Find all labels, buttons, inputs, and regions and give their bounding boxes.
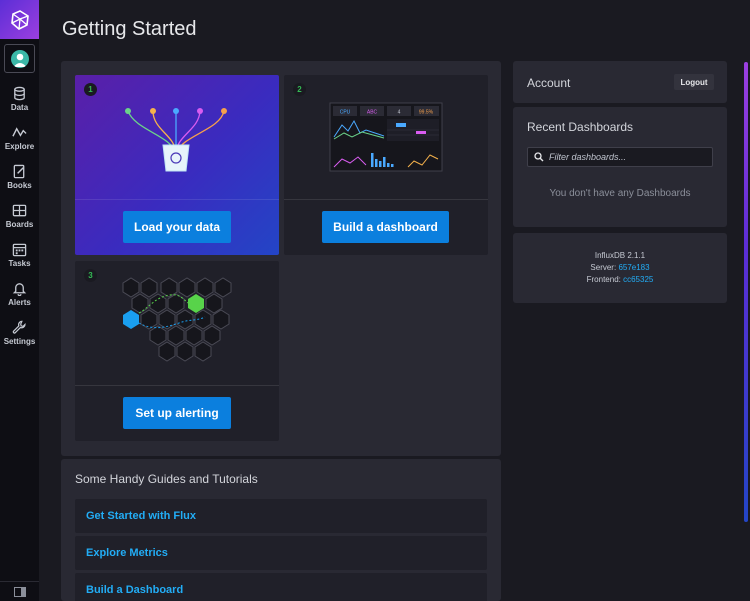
sidebar-item-label: Settings xyxy=(3,337,36,346)
empty-dashboards-message: You don't have any Dashboards xyxy=(549,188,691,199)
guide-row[interactable]: Get Started with Flux xyxy=(75,499,487,533)
bell-icon xyxy=(12,283,27,296)
account-title: Account xyxy=(527,76,571,90)
sidebar-item-tasks[interactable]: Tasks xyxy=(0,242,39,278)
page-title: Getting Started xyxy=(62,18,197,40)
recent-dashboards-panel: Recent Dashboards You don't have any Das… xyxy=(513,107,727,227)
card-divider xyxy=(75,385,279,386)
sidebar-item-alerts[interactable]: Alerts xyxy=(0,281,39,317)
sidebar-item-label: Books xyxy=(7,181,32,190)
dashboard-illustration-icon: CPU ABC 4 99.5% xyxy=(329,102,443,172)
guides-title: Some Handy Guides and Tutorials xyxy=(75,472,258,486)
sidebar: Data Explore Books Boards Tasks Alerts S… xyxy=(0,0,39,601)
frontend-hash-link[interactable]: cc65325 xyxy=(623,275,653,284)
guides-panel: Some Handy Guides and Tutorials Get Star… xyxy=(61,459,501,601)
frontend-version: Frontend: cc65325 xyxy=(513,275,727,284)
card-divider xyxy=(75,199,279,200)
frontend-label: Frontend: xyxy=(586,275,621,284)
dashboard-cell-label: 4 xyxy=(398,110,401,116)
step-card-build-dashboard[interactable]: CPU ABC 4 99.5% 2 Build a dashboard xyxy=(284,75,488,255)
dashboard-cell-label: ABC xyxy=(367,110,378,116)
recent-dashboards-title: Recent Dashboards xyxy=(527,120,634,134)
graph-line-icon xyxy=(12,127,27,137)
version-panel: InfluxDB 2.1.1 Server: 657e183 Frontend:… xyxy=(513,233,727,303)
user-avatar-button[interactable] xyxy=(4,44,35,73)
collapse-sidebar-button[interactable] xyxy=(0,581,39,601)
server-version: Server: 657e183 xyxy=(513,263,727,272)
filter-dashboards-field[interactable] xyxy=(527,147,713,167)
server-hash-link[interactable]: 657e183 xyxy=(618,263,649,272)
guide-row[interactable]: Build a Dashboard xyxy=(75,573,487,601)
notebook-icon xyxy=(13,164,25,179)
step-card-set-up-alerting[interactable]: 3 Set up alerting xyxy=(75,261,279,441)
sidebar-item-label: Explore xyxy=(4,142,35,151)
calendar-icon xyxy=(12,243,27,257)
guide-row[interactable]: Explore Metrics xyxy=(75,536,487,570)
dashboard-cell-label: 99.5% xyxy=(419,110,434,116)
alerting-illustration-icon xyxy=(122,277,232,362)
sidebar-item-label: Tasks xyxy=(8,259,31,268)
sidebar-item-label: Data xyxy=(10,103,29,112)
influxdb-logo-icon[interactable] xyxy=(0,0,39,39)
card-divider xyxy=(284,199,488,200)
database-icon xyxy=(14,86,25,101)
sidebar-item-label: Alerts xyxy=(8,298,31,307)
step-number-badge: 2 xyxy=(293,83,306,96)
set-up-alerting-button[interactable]: Set up alerting xyxy=(123,397,231,429)
sidebar-item-boards[interactable]: Boards xyxy=(0,203,39,239)
load-data-illustration-icon xyxy=(125,108,227,172)
guide-link-explore-metrics[interactable]: Explore Metrics xyxy=(86,547,168,559)
page-scrollbar[interactable] xyxy=(744,62,748,522)
dashboard-cell-label: CPU xyxy=(340,110,351,116)
avatar xyxy=(10,49,29,68)
step-number-badge: 1 xyxy=(84,83,97,96)
guide-link-build-dashboard[interactable]: Build a Dashboard xyxy=(86,584,183,596)
wrench-icon xyxy=(12,320,26,334)
sidebar-item-data[interactable]: Data xyxy=(0,86,39,122)
search-icon xyxy=(534,152,544,162)
guide-link-flux[interactable]: Get Started with Flux xyxy=(86,510,196,522)
step-number-badge: 3 xyxy=(84,269,97,282)
logout-button[interactable]: Logout xyxy=(674,74,714,90)
step-card-load-data[interactable]: 1 Load your data xyxy=(75,75,279,255)
account-panel: Account Logout xyxy=(513,61,727,103)
sidebar-item-books[interactable]: Books xyxy=(0,164,39,200)
sidebar-item-label: Boards xyxy=(5,220,34,229)
getting-started-panel: 1 Load your data CPU ABC 4 99.5% 2 Build… xyxy=(61,61,501,456)
sidebar-item-explore[interactable]: Explore xyxy=(0,125,39,161)
sidebar-toggle-icon xyxy=(13,586,26,597)
server-label: Server: xyxy=(590,263,617,272)
build-dashboard-button[interactable]: Build a dashboard xyxy=(322,211,449,243)
filter-dashboards-input[interactable] xyxy=(549,152,709,162)
load-data-button[interactable]: Load your data xyxy=(123,211,231,243)
sidebar-item-settings[interactable]: Settings xyxy=(0,320,39,356)
product-version: InfluxDB 2.1.1 xyxy=(594,251,646,260)
dashboard-grid-icon xyxy=(12,204,27,217)
